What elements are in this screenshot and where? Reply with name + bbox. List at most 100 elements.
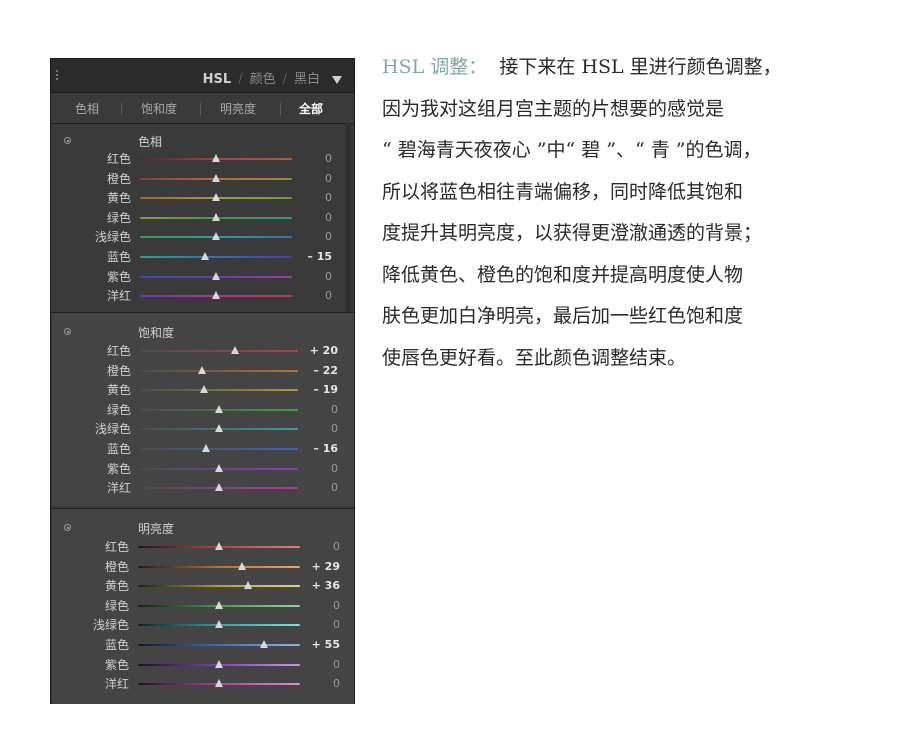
slider-thumb[interactable]: [215, 483, 223, 491]
slider-label: 浅绿色: [92, 618, 129, 632]
slider-value[interactable]: + 29: [300, 560, 340, 574]
slider-thumb[interactable]: [212, 272, 220, 280]
slider-thumb[interactable]: [212, 213, 220, 221]
slider-row-saturation: 橙色 – 22: [107, 364, 338, 378]
section-target-icon[interactable]: [64, 137, 71, 144]
slider-value[interactable]: 0: [298, 462, 338, 476]
tab-saturation[interactable]: 饱和度: [141, 100, 177, 117]
slider-value[interactable]: 0: [300, 618, 340, 632]
slider-value[interactable]: – 16: [298, 442, 338, 456]
slider-label: 绿色: [106, 403, 131, 417]
slider-track[interactable]: [140, 256, 292, 258]
slider-thumb[interactable]: [199, 385, 208, 393]
slider-value[interactable]: 0: [292, 289, 332, 303]
slider-value[interactable]: 0: [292, 270, 332, 284]
mode-hsl[interactable]: HSL: [203, 72, 232, 87]
article-line-3: “ 碧海青天夜夜心 ”中“ 碧 ”、“ 青 ”的色调，: [382, 139, 762, 161]
slider-value[interactable]: + 20: [298, 344, 338, 358]
slider-value[interactable]: + 55: [300, 638, 340, 652]
slider-label: 蓝色: [106, 442, 131, 456]
slider-value[interactable]: 0: [300, 677, 340, 691]
slider-track[interactable]: [140, 389, 298, 391]
slider-row-luminance: 红色 0: [105, 540, 340, 554]
slider-value[interactable]: 0: [300, 599, 340, 613]
slider-thumb[interactable]: [212, 193, 220, 201]
mode-color[interactable]: 颜色: [250, 72, 276, 87]
slider-label: 紫色: [106, 462, 131, 476]
slider-thumb[interactable]: [215, 464, 223, 472]
slider-value[interactable]: 0: [292, 172, 332, 186]
slider-value[interactable]: 0: [298, 422, 338, 436]
slider-thumb[interactable]: [230, 346, 239, 354]
slider-value[interactable]: 0: [292, 230, 332, 244]
slider-track[interactable]: [140, 370, 298, 372]
section-target-icon[interactable]: [64, 328, 71, 335]
slider-track[interactable]: [140, 350, 298, 352]
slider-value[interactable]: 0: [292, 191, 332, 205]
slider-thumb[interactable]: [200, 252, 209, 260]
hsl-panel: HSL / 颜色 / 黑白 色相 饱和度 明亮度 全部 色相 红色 0 橙色 0 黄色 0 绿色 0 浅绿…: [50, 58, 355, 704]
slider-row-luminance: 紫色 0: [105, 658, 340, 672]
slider-thumb[interactable]: [212, 174, 220, 182]
slider-row-luminance: 黄色 + 36: [105, 579, 340, 593]
slider-thumb[interactable]: [215, 542, 223, 550]
slider-value[interactable]: – 15: [292, 250, 332, 264]
collapse-triangle-icon[interactable]: [332, 75, 342, 84]
slider-value[interactable]: 0: [292, 152, 332, 166]
slider-thumb[interactable]: [244, 581, 253, 589]
tab-separator: [200, 103, 201, 115]
slider-thumb[interactable]: [212, 232, 220, 240]
slider-value[interactable]: + 36: [300, 579, 340, 593]
slider-thumb[interactable]: [238, 562, 247, 570]
slider-row-luminance: 浅绿色 0: [93, 618, 340, 632]
slider-thumb[interactable]: [197, 366, 206, 374]
slider-value[interactable]: – 19: [298, 383, 338, 397]
slider-row-saturation: 紫色 0: [107, 462, 338, 476]
slider-thumb[interactable]: [215, 620, 223, 628]
tab-luminance[interactable]: 明亮度: [220, 100, 256, 117]
slider-value[interactable]: 0: [300, 658, 340, 672]
slider-label: 红色: [104, 540, 129, 554]
drag-grip-icon[interactable]: [56, 70, 62, 80]
slider-track[interactable]: [140, 448, 298, 450]
tab-all[interactable]: 全部: [299, 100, 323, 117]
slider-thumb[interactable]: [215, 405, 223, 413]
slider-thumb[interactable]: [212, 291, 220, 299]
slider-track[interactable]: [138, 585, 300, 587]
slider-thumb[interactable]: [215, 601, 223, 609]
slider-thumb[interactable]: [215, 660, 223, 668]
mode-separator: /: [238, 72, 243, 87]
slider-thumb[interactable]: [212, 154, 220, 162]
article-line-2: 因为我对这组月宫主题的片想要的感觉是: [382, 97, 725, 120]
slider-value[interactable]: 0: [292, 211, 332, 225]
slider-label: 蓝色: [104, 638, 129, 652]
hsl-tab-row: 色相 饱和度 明亮度 全部: [51, 93, 354, 123]
slider-row-luminance: 橙色 + 29: [105, 560, 340, 574]
slider-value[interactable]: 0: [298, 481, 338, 495]
panel-header[interactable]: HSL / 颜色 / 黑白: [51, 59, 354, 93]
slider-thumb[interactable]: [202, 444, 211, 452]
slider-row-hue: 红色 0: [107, 152, 332, 166]
article-text: HSL 调整： 接下来在 HSL 里进行颜色调整， 因为我对这组月宫主题的片想要…: [382, 47, 882, 379]
slider-thumb[interactable]: [215, 679, 223, 687]
slider-thumb[interactable]: [215, 424, 223, 432]
section-target-icon[interactable]: [64, 524, 71, 531]
article-line-5: 度提升其明亮度，以获得更澄澈通透的背景；: [382, 222, 763, 244]
panel-mode-switch: HSL / 颜色 / 黑白: [203, 68, 342, 87]
section-title-hue: 色相: [138, 135, 163, 149]
slider-value[interactable]: 0: [300, 540, 340, 554]
slider-value[interactable]: – 22: [298, 364, 338, 378]
slider-row-hue: 绿色 0: [107, 211, 332, 225]
slider-label: 黄色: [106, 383, 131, 397]
slider-value[interactable]: 0: [298, 403, 338, 417]
slider-track[interactable]: [138, 644, 300, 646]
slider-thumb[interactable]: [259, 640, 268, 648]
slider-track[interactable]: [138, 566, 300, 568]
slider-row-saturation: 浅绿色 0: [95, 422, 338, 436]
article-heading: HSL 调整：: [382, 56, 488, 78]
slider-row-hue: 浅绿色 0: [95, 230, 332, 244]
slider-label: 橙色: [106, 172, 131, 186]
tab-hue[interactable]: 色相: [75, 100, 99, 117]
slider-row-saturation: 红色 + 20: [107, 344, 338, 358]
mode-bw[interactable]: 黑白: [294, 72, 320, 87]
